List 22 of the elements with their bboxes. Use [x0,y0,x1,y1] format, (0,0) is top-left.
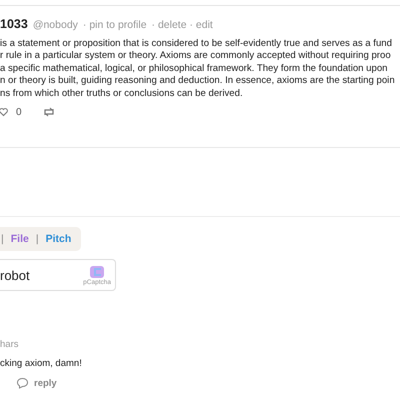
post-text-line: ns from which other truths or conclusions can be derived. [0,88,244,100]
toolbar-link[interactable]: File [10,233,29,245]
heart-icon[interactable] [0,107,8,118]
captcha-logo-icon [89,264,106,278]
post-author[interactable]: @nobody [32,19,78,31]
like-count: 0 [16,106,22,118]
repost-icon[interactable] [42,106,56,118]
reply-link[interactable]: reply [34,378,57,388]
post-text-line: is a statement or proposition that is considered to be self-evidently true and serves as a fund [0,38,393,50]
comment-meta: hars [0,339,20,350]
post-action[interactable]: · pin to profile [82,19,147,31]
post-text-line: r rule in a particular system or theory. Axioms are commonly accepted without requiring proo [0,50,392,63]
speech-bubble-icon[interactable] [16,377,29,389]
post-id: 1033 [0,17,28,31]
separator-text: | [1,233,4,245]
post-text-line: n or theory is built, guiding reasoning and deduction. In essence, axioms are the starting poin [0,75,396,88]
captcha-label: robot [0,268,30,282]
toolbar-link[interactable]: Pitch [46,233,72,245]
separator-text: | [36,233,39,245]
post-text-line: a specific mathematical, logical, or philosophical framework. They form the foundation upon [0,62,389,76]
comment-text: cking axiom, damn! [0,358,83,369]
post-action[interactable]: · delete · edit [152,19,213,31]
